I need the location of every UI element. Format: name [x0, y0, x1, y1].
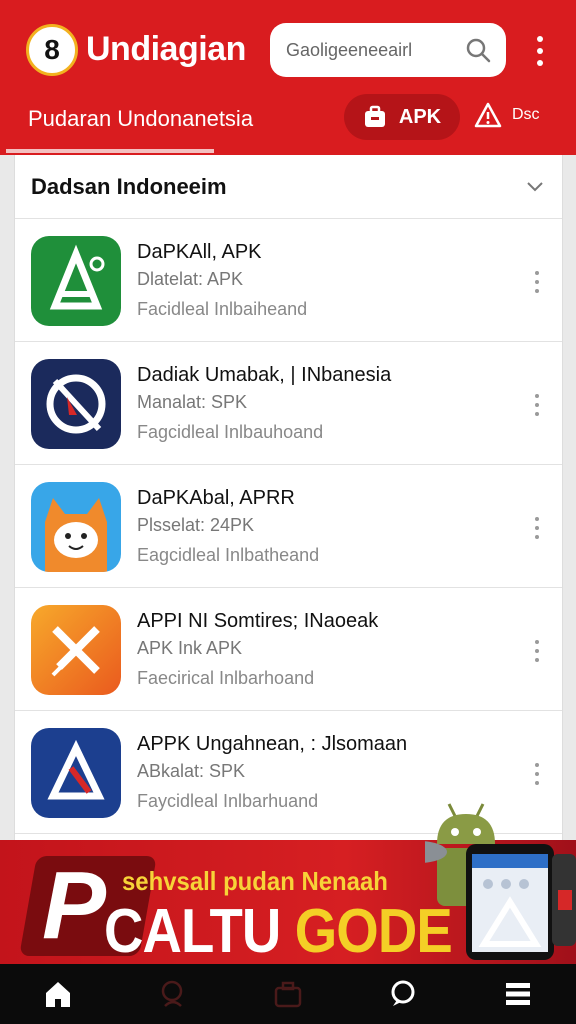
- banner-logo-letter: P: [42, 852, 107, 959]
- item-more-icon[interactable]: [534, 271, 540, 293]
- tab-underline: [6, 149, 214, 153]
- navy-circle-icon[interactable]: [31, 359, 121, 449]
- tab-indonesia-label: Pudaran Undonanetsia: [28, 106, 254, 131]
- app-meta-secondary: Faycidleal Inlbarhuand: [137, 791, 319, 811]
- app-meta: Plsselat: 24PK: [137, 515, 255, 535]
- nav-apps[interactable]: [258, 964, 318, 1024]
- banner-headline-white: CALTU: [104, 897, 281, 964]
- list-item[interactable]: DaPKAbal, APRR Plsselat: 24PK Eagcidleal…: [15, 465, 562, 588]
- search-icon: [161, 980, 183, 1007]
- chevron-down-icon[interactable]: [524, 175, 546, 197]
- app-meta: Dlatelat: APK: [137, 269, 244, 289]
- search-icon[interactable]: [464, 36, 492, 64]
- tab-dsc[interactable]: Dsc: [474, 102, 540, 128]
- app-meta: APK Ink APK: [137, 638, 243, 658]
- banner-tagline: sehvsall pudan Nenaah: [122, 866, 388, 896]
- app-meta-secondary: Eagcidleal Inlbatheand: [137, 545, 320, 565]
- banner-headline: CALTU GODE: [104, 896, 453, 964]
- logo-text: 8: [44, 34, 60, 65]
- warning-icon: [474, 102, 502, 128]
- app-meta-secondary: Faecirical Inlbarhoand: [137, 668, 315, 688]
- tab-apk-label: APK: [398, 105, 442, 128]
- list-item[interactable]: APPI NI Somtires; INaoeak APK Ink APK Fa…: [15, 588, 562, 711]
- list-item[interactable]: Dadiak Umabak, | INbanesia Manalat: SPK …: [15, 342, 562, 465]
- briefcase-icon: [364, 105, 385, 127]
- menu-icon: [506, 983, 531, 1005]
- nav-menu[interactable]: [488, 964, 548, 1024]
- robot-cat-icon[interactable]: [31, 482, 121, 572]
- green-a-icon[interactable]: [31, 236, 121, 326]
- section-title: Dadsan Indoneeim: [31, 174, 227, 199]
- bottom-navigation: [0, 964, 576, 1024]
- orange-x-icon[interactable]: [31, 605, 121, 695]
- briefcase-icon: [274, 981, 302, 1008]
- list-item[interactable]: DaPKAll, APK Dlatelat: APK Facidleal Inl…: [15, 219, 562, 342]
- app-name: APPK Ungahnean, : Jlsomaan: [137, 733, 408, 755]
- blue-a-icon[interactable]: [31, 728, 121, 818]
- home-icon: [45, 982, 70, 1007]
- tab-apk[interactable]: APK: [344, 94, 460, 140]
- app-logo[interactable]: 8: [26, 24, 78, 76]
- app-meta-secondary: Fagcidleal Inlbauhoand: [137, 422, 324, 442]
- item-more-icon[interactable]: [534, 640, 540, 662]
- item-more-icon[interactable]: [534, 517, 540, 539]
- app-name: DaPKAbal, APRR: [137, 487, 295, 509]
- tab-indonesia[interactable]: Pudaran Undonanetsia: [6, 100, 253, 155]
- overflow-menu-icon[interactable]: [528, 36, 552, 66]
- item-more-icon[interactable]: [534, 763, 540, 785]
- nav-search[interactable]: [143, 964, 203, 1024]
- item-more-icon[interactable]: [534, 394, 540, 416]
- phone-illustration: [466, 844, 576, 960]
- app-meta: ABkalat: SPK: [137, 761, 246, 781]
- app-meta-secondary: Facidleal Inlbaiheand: [137, 299, 308, 319]
- nav-home[interactable]: [28, 964, 88, 1024]
- search-bar[interactable]: [270, 23, 506, 77]
- app-title: Undiagian: [86, 30, 246, 68]
- app-name: APPI NI Somtires; INaoeak: [137, 610, 379, 632]
- nav-chat[interactable]: [373, 964, 433, 1024]
- app-name: Dadiak Umabak, | INbanesia: [137, 364, 392, 386]
- tab-dsc-label: Dsc: [512, 106, 540, 123]
- app-name: DaPKAll, APK: [137, 241, 262, 263]
- chat-icon: [391, 980, 415, 1006]
- search-input[interactable]: [286, 39, 464, 61]
- app-header: 8 Undiagian Pudaran Undonanetsia APK Dsc: [0, 0, 576, 155]
- app-list-panel: Dadsan Indoneeim DaPKAll, APK Dlatelat: …: [14, 155, 563, 840]
- app-meta: Manalat: SPK: [137, 392, 248, 412]
- section-header[interactable]: Dadsan Indoneeim: [15, 155, 562, 219]
